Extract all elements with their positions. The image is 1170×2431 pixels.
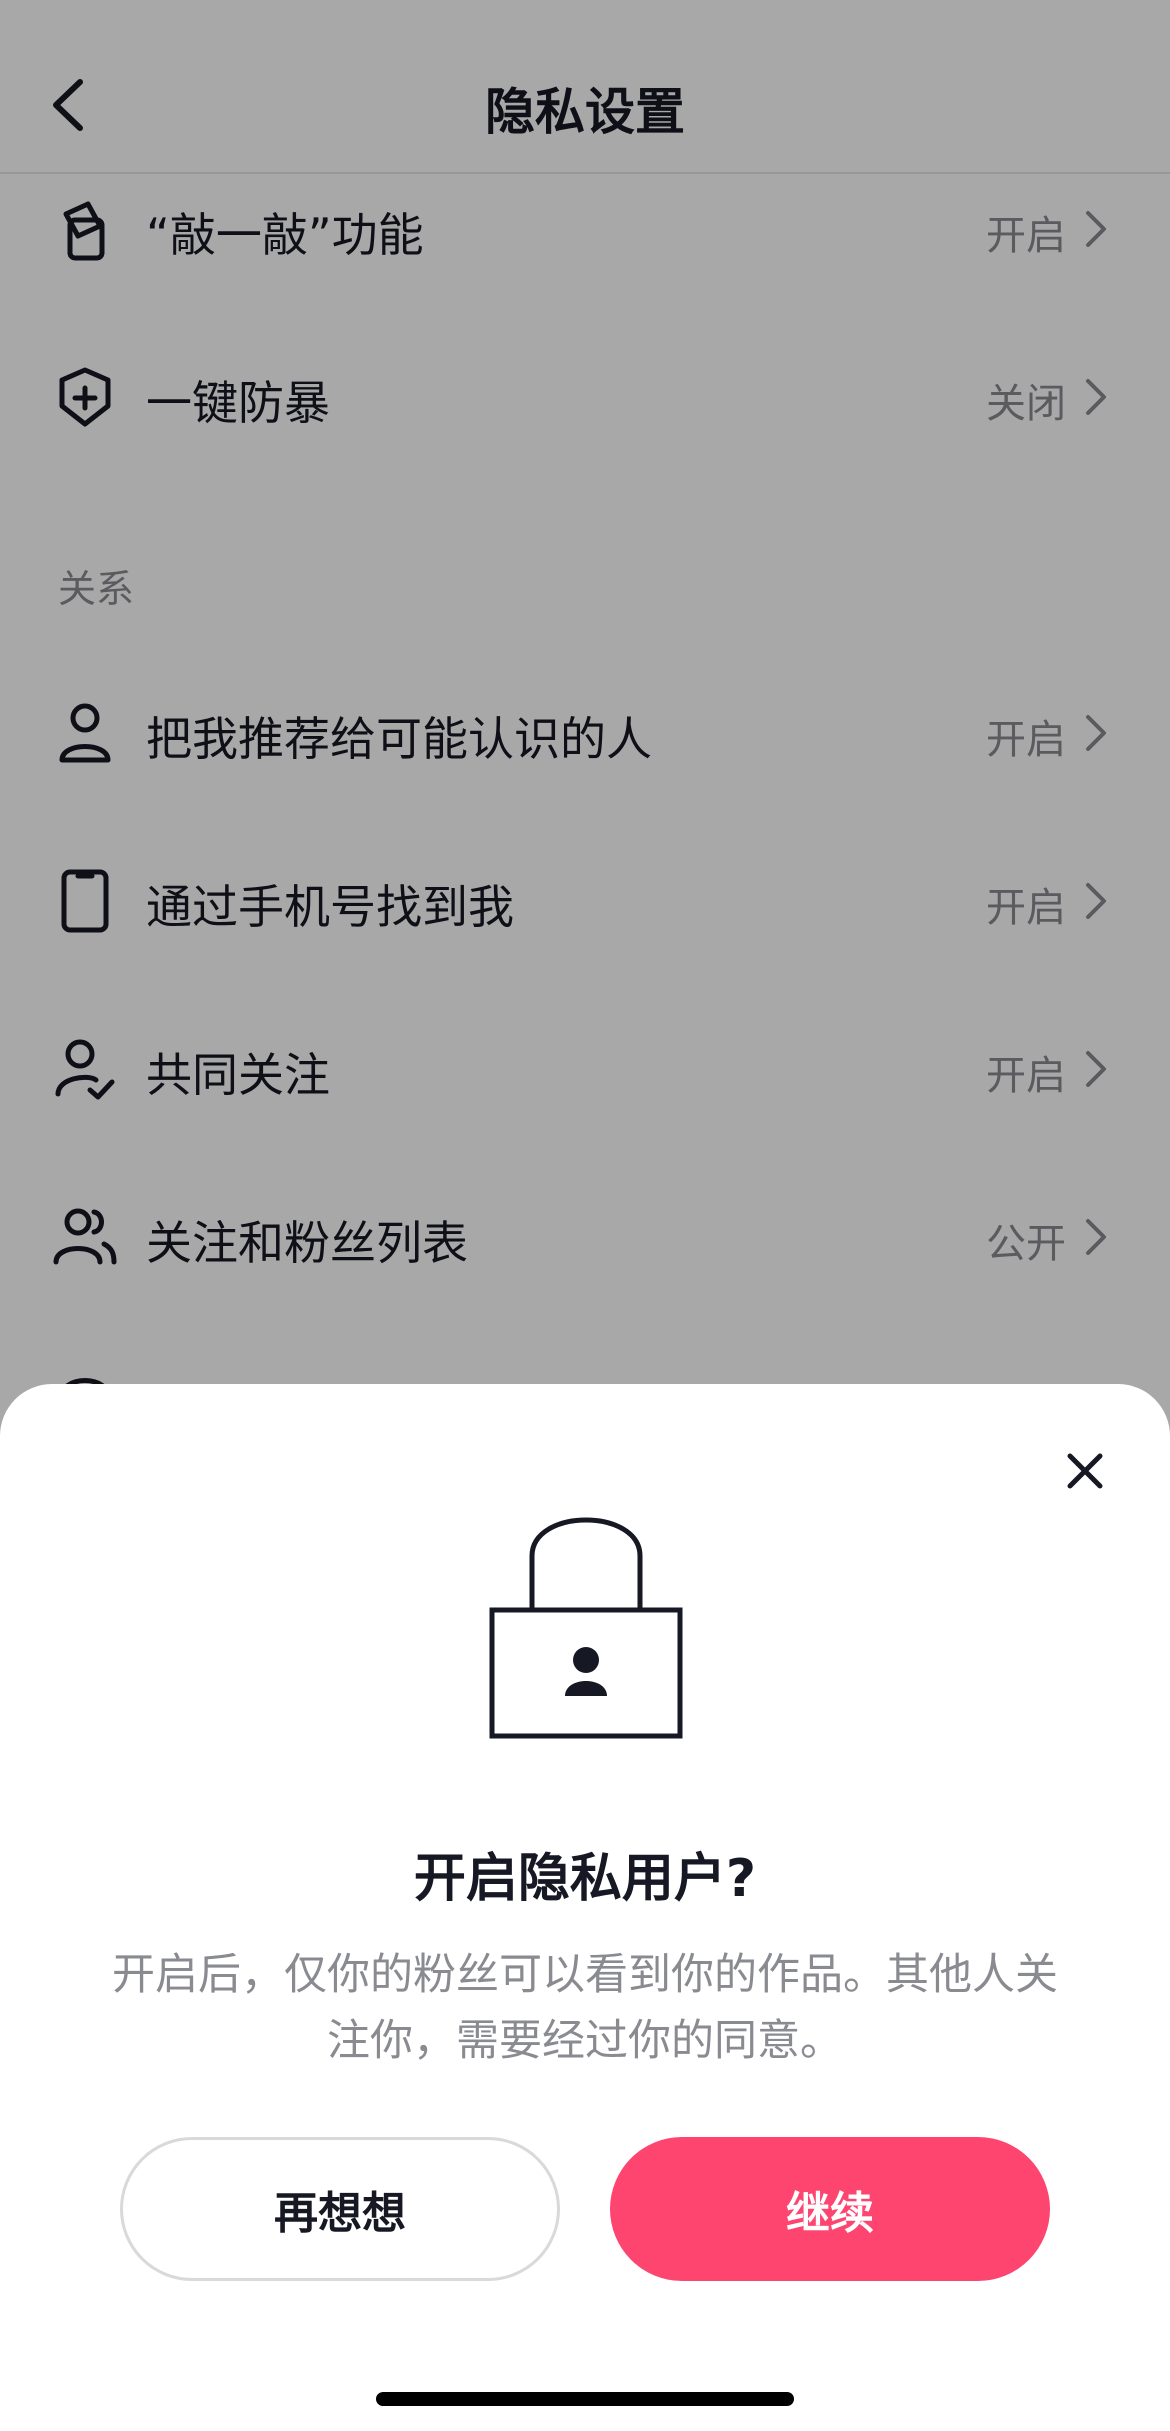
home-indicator[interactable]	[376, 2392, 794, 2406]
close-icon[interactable]	[1062, 1448, 1108, 1494]
dialog-description: 开启后，仅你的粉丝可以看到你的作品。其他人关注你，需要经过你的同意。	[112, 1950, 1058, 2066]
lock-user-icon	[489, 1517, 683, 1739]
cancel-button[interactable]: 再想想	[120, 2137, 560, 2281]
dialog-title: 开启隐私用户?	[413, 1849, 757, 1909]
continue-button[interactable]: 继续	[610, 2137, 1050, 2281]
